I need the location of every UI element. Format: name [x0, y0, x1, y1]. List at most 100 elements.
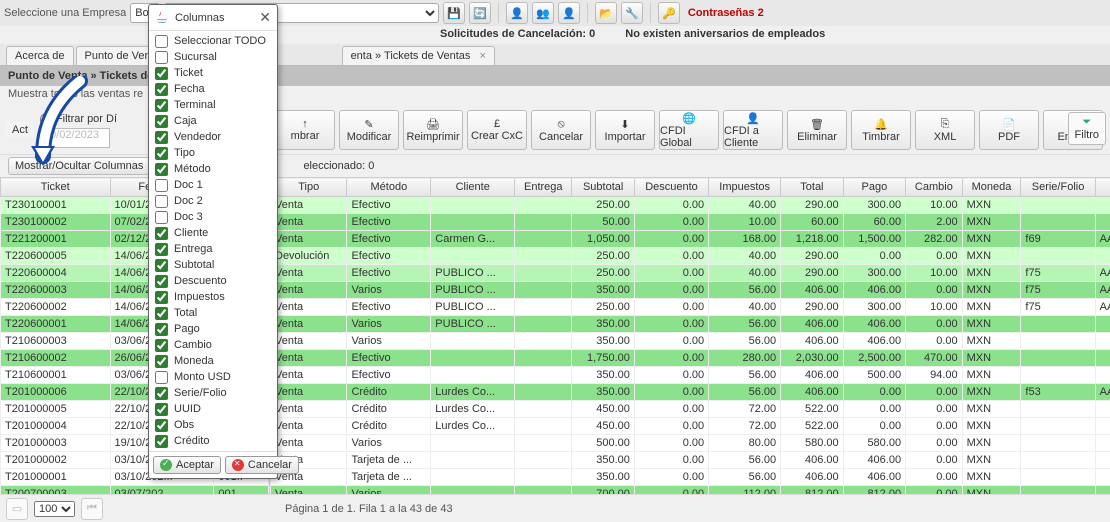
column-checkbox[interactable]: Subtotal [153, 257, 273, 273]
column-checkbox[interactable]: Doc 2 [153, 193, 273, 209]
table-row[interactable]: VentaEfectivo50.000.0010.0060.0060.002.0… [271, 214, 1110, 231]
col-header[interactable]: Total [781, 178, 843, 197]
table-row[interactable]: VentaCréditoLurdes Co...450.000.0072.005… [271, 401, 1110, 418]
table-row[interactable]: VentaEfectivoCarmen G...1,050.000.00168.… [271, 231, 1110, 248]
col-header[interactable]: UUID [1095, 178, 1110, 197]
table-row[interactable]: VentaEfectivoPUBLICO ...250.000.0040.002… [271, 299, 1110, 316]
columns-dialog: Columnas ✕ Seleccionar TODO SucursalTick… [148, 4, 278, 479]
col-header[interactable]: Cliente [431, 178, 515, 197]
column-checkbox[interactable]: Doc 3 [153, 209, 273, 225]
cancelar-dialog-button[interactable]: Cancelar [225, 456, 299, 474]
xml-button[interactable]: ⎘XML [915, 110, 975, 150]
column-checkbox[interactable]: Total [153, 305, 273, 321]
column-checkbox[interactable]: Entrega [153, 241, 273, 257]
tab-tickets-ventas[interactable]: enta » Tickets de Ventas × [342, 46, 495, 65]
col-header[interactable]: Subtotal [572, 178, 634, 197]
save-icon[interactable]: 💾 [443, 2, 465, 24]
user2-icon[interactable]: 👥 [532, 2, 554, 24]
crearcxc-button[interactable]: £Crear CxC [467, 110, 527, 150]
tool-icon[interactable]: 🔧 [621, 2, 643, 24]
products-icon[interactable]: ▭ [6, 498, 28, 520]
table-row[interactable]: VentaTarjeta de ...350.000.0056.00406.00… [271, 469, 1110, 486]
col-header[interactable]: Pago [843, 178, 905, 197]
folder-icon[interactable]: 📂 [595, 2, 617, 24]
user1-icon[interactable]: 👤 [506, 2, 528, 24]
col-header[interactable]: Ticket [1, 178, 111, 197]
importar-button[interactable]: ⬇Importar [595, 110, 655, 150]
table-row[interactable]: VentaEfectivoPUBLICO ...250.000.0040.002… [271, 265, 1110, 282]
date-input[interactable]: 10/02/2023 [40, 128, 110, 148]
modificar-button[interactable]: ✎Modificar [339, 110, 399, 150]
table-row[interactable]: VentaEfectivo250.000.0040.00290.00300.00… [271, 197, 1110, 214]
imbrar-button[interactable]: ↑mbrar [275, 110, 335, 150]
table-row[interactable]: VentaCréditoLurdes Co...450.000.0072.005… [271, 418, 1110, 435]
show-hide-columns-button[interactable]: Mostrar/Ocultar Columnas [8, 157, 150, 175]
aniversarios: No existen aniversarios de empleados [625, 28, 825, 40]
select-all-checkbox[interactable]: Seleccionar TODO [153, 33, 273, 49]
col-header[interactable]: Método [347, 178, 431, 197]
import-icon: ⬇ [620, 118, 629, 131]
funnel-icon: ⏷ [1082, 116, 1091, 129]
table-row[interactable]: VentaVariosPUBLICO ...350.000.0056.00406… [271, 282, 1110, 299]
table-row[interactable]: VentaTarjeta de ...350.000.0056.00406.00… [271, 452, 1110, 469]
cfdiglobal-button[interactable]: 🌐CFDI Global [659, 110, 719, 150]
column-checkbox[interactable]: Caja [153, 113, 273, 129]
col-header[interactable]: Impuestos [709, 178, 781, 197]
pdf-button[interactable]: 📄PDF [979, 110, 1039, 150]
column-checkbox[interactable]: Serie/Folio [153, 385, 273, 401]
cfdicliente-button[interactable]: 👤CFDI a Cliente [723, 110, 783, 150]
filtro-button[interactable]: ⏷ Filtro [1068, 112, 1106, 145]
table-row[interactable]: VentaVariosPUBLICO ...350.000.0056.00406… [271, 316, 1110, 333]
column-checkbox[interactable]: Vendedor [153, 129, 273, 145]
reimprimir-button[interactable]: 🖨Reimprimir [403, 110, 463, 150]
eliminar-button[interactable]: 🗑Eliminar [787, 110, 847, 150]
col-header[interactable]: Tipo [271, 178, 347, 197]
pager-text: Página 1 de 1. Fila 1 a la 43 de 43 [285, 503, 453, 515]
filtrar-por-dia-radio[interactable]: Filtrar por Dí [40, 113, 117, 126]
columns-dialog-title: Columnas [175, 12, 225, 24]
col-header[interactable]: Cambio [906, 178, 963, 197]
column-checkbox[interactable]: Cliente [153, 225, 273, 241]
dialog-close-icon[interactable]: ✕ [259, 9, 271, 26]
key-icon[interactable]: 🔑 [658, 2, 680, 24]
col-header[interactable]: Entrega [515, 178, 572, 197]
cancelar-button[interactable]: ⦸Cancelar [531, 110, 591, 150]
column-checkbox[interactable]: Obs [153, 417, 273, 433]
close-icon[interactable]: × [479, 50, 485, 62]
column-checkbox[interactable]: Ticket [153, 65, 273, 81]
column-checkbox[interactable]: Doc 1 [153, 177, 273, 193]
column-checkbox[interactable]: Fecha [153, 81, 273, 97]
column-checkbox[interactable]: Terminal [153, 97, 273, 113]
table-row[interactable]: DevoluciónEfectivo250.000.0040.00290.000… [271, 248, 1110, 265]
table-row[interactable]: VentaVarios350.000.0056.00406.00406.000.… [271, 333, 1110, 350]
column-checkbox[interactable]: Método [153, 161, 273, 177]
column-checkbox[interactable]: Impuestos [153, 289, 273, 305]
aceptar-button[interactable]: Aceptar [153, 456, 221, 474]
column-checkbox[interactable]: Sucursal [153, 49, 273, 65]
act-label[interactable]: Act [6, 122, 34, 138]
column-checkbox[interactable]: UUID [153, 401, 273, 417]
column-checkbox[interactable]: Cambio [153, 337, 273, 353]
table-row[interactable]: VentaVarios500.000.0080.00580.00580.000.… [271, 435, 1110, 452]
first-page-icon[interactable]: ⏮ [81, 498, 103, 520]
table-row[interactable]: VentaEfectivo350.000.0056.00406.00500.00… [271, 367, 1110, 384]
pagesize-select[interactable]: 100 [34, 501, 75, 517]
column-checkbox[interactable]: Moneda [153, 353, 273, 369]
column-checkbox[interactable]: Tipo [153, 145, 273, 161]
xml-icon: ⎘ [941, 118, 950, 131]
col-header[interactable]: Serie/Folio [1021, 178, 1095, 197]
refresh-icon[interactable]: 🔄 [469, 2, 491, 24]
column-checkbox[interactable]: Pago [153, 321, 273, 337]
col-header[interactable]: Descuento [634, 178, 708, 197]
timbrar-button[interactable]: 🔔Timbrar [851, 110, 911, 150]
pound-icon: £ [494, 118, 500, 130]
column-checkbox[interactable]: Crédito [153, 433, 273, 449]
table-row[interactable]: VentaCréditoLurdes Co...350.000.0056.004… [271, 384, 1110, 401]
col-header[interactable]: Moneda [962, 178, 1021, 197]
table-row[interactable]: VentaEfectivo1,750.000.00280.002,030.002… [271, 350, 1110, 367]
user3-icon[interactable]: 👤 [558, 2, 580, 24]
tab-acerca[interactable]: Acerca de [6, 46, 74, 65]
grid-right-table[interactable]: TipoMétodoClienteEntregaSubtotalDescuent… [270, 177, 1110, 507]
column-checkbox[interactable]: Descuento [153, 273, 273, 289]
column-checkbox[interactable]: Monto USD [153, 369, 273, 385]
